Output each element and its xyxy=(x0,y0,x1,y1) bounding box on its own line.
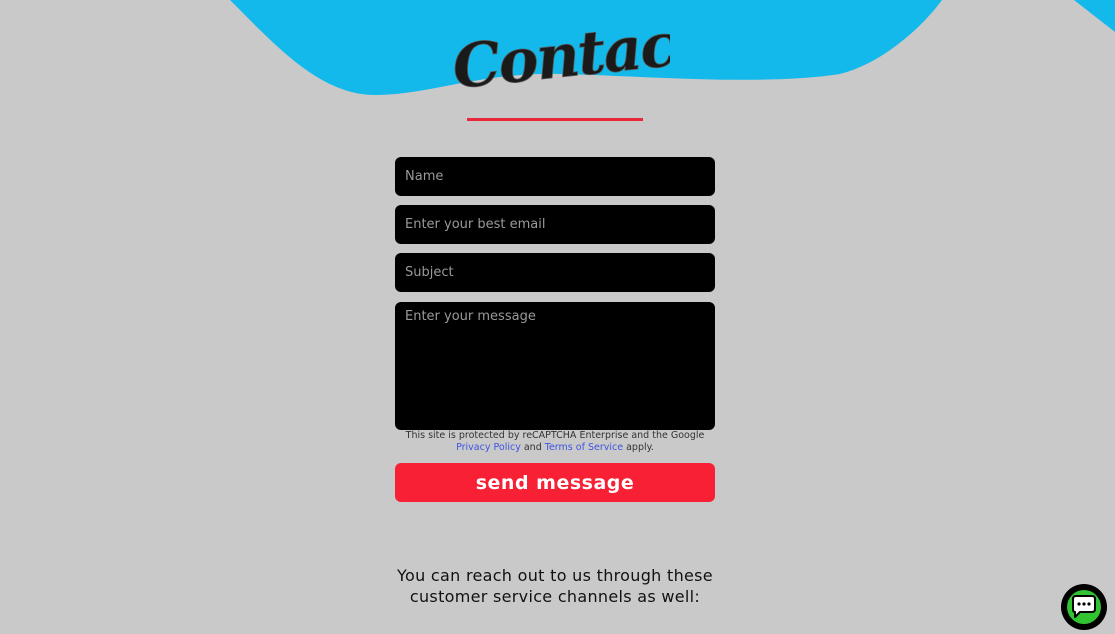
recaptcha-and-text: and xyxy=(523,442,542,453)
recaptcha-line1: This site is protected by reCAPTCHA Ente… xyxy=(405,430,705,441)
page-title-text: Contact: xyxy=(449,5,670,96)
subject-input[interactable] xyxy=(395,253,715,292)
chat-bubble-icon xyxy=(1067,590,1101,624)
reach-line2: customer service channels as well: xyxy=(409,587,701,606)
name-input[interactable] xyxy=(395,157,715,196)
terms-of-service-link[interactable]: Terms of Service xyxy=(545,442,623,453)
recaptcha-apply-text: apply. xyxy=(626,442,654,453)
page-title: Contact: xyxy=(449,5,670,96)
reach-line1: You can reach out to us through these xyxy=(397,566,713,585)
send-message-button[interactable]: send message xyxy=(395,463,715,502)
contact-channels-intro: You can reach out to us through these cu… xyxy=(330,565,780,607)
chat-widget-button[interactable] xyxy=(1061,584,1107,630)
privacy-policy-link[interactable]: Privacy Policy xyxy=(456,442,521,453)
title-divider xyxy=(467,118,643,121)
email-input[interactable] xyxy=(395,205,715,244)
recaptcha-line2: Privacy Policy and Terms of Service appl… xyxy=(395,442,715,454)
message-textarea[interactable] xyxy=(395,302,715,430)
recaptcha-notice: This site is protected by reCAPTCHA Ente… xyxy=(395,430,715,454)
